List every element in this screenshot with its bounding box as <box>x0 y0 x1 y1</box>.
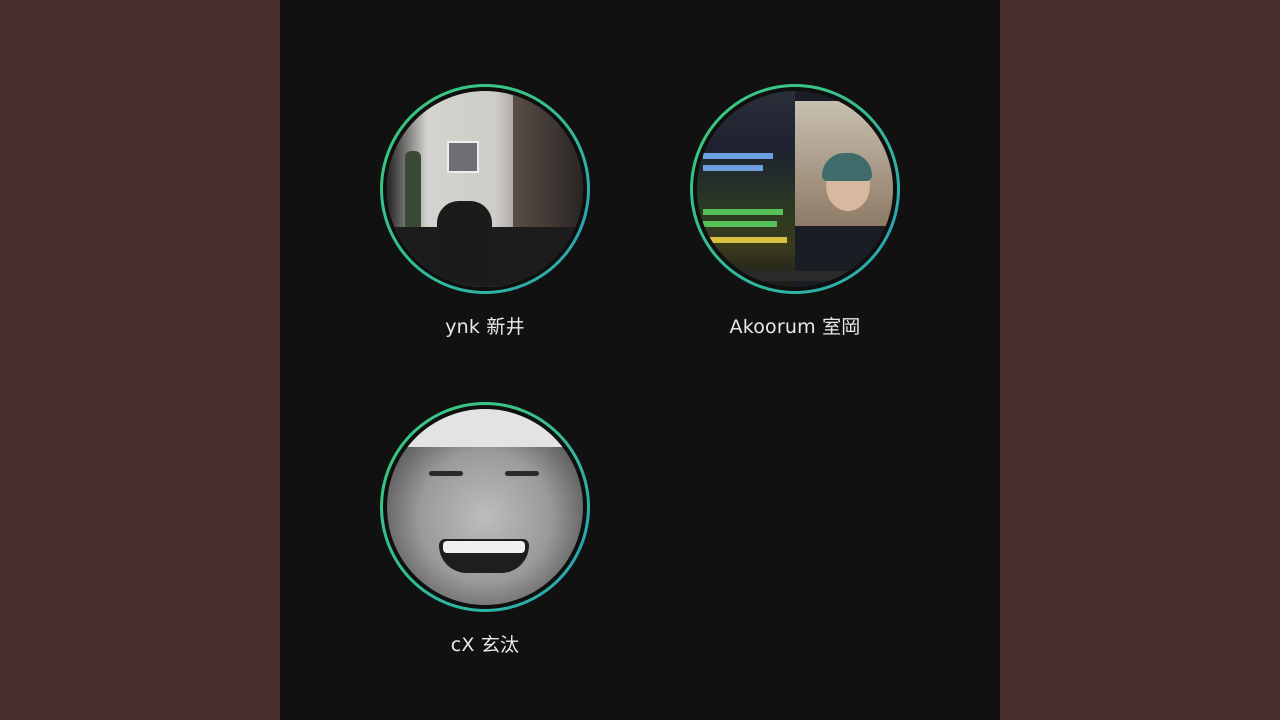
participant-video <box>387 409 583 605</box>
call-grid: ynk 新井 Akoorum 室岡 cX 玄汰 <box>280 0 1000 720</box>
participant-video <box>697 91 893 287</box>
participant-name: ynk 新井 <box>445 316 525 338</box>
speaking-ring <box>380 402 590 612</box>
speaking-ring <box>690 84 900 294</box>
participant-tile[interactable]: Akoorum 室岡 <box>685 84 905 339</box>
speaking-ring <box>380 84 590 294</box>
participant-video <box>387 91 583 287</box>
participant-tile[interactable]: ynk 新井 <box>375 84 595 339</box>
participant-name: Akoorum 室岡 <box>729 316 861 338</box>
participant-tile[interactable]: cX 玄汰 <box>375 402 595 657</box>
participant-name: cX 玄汰 <box>450 634 520 656</box>
